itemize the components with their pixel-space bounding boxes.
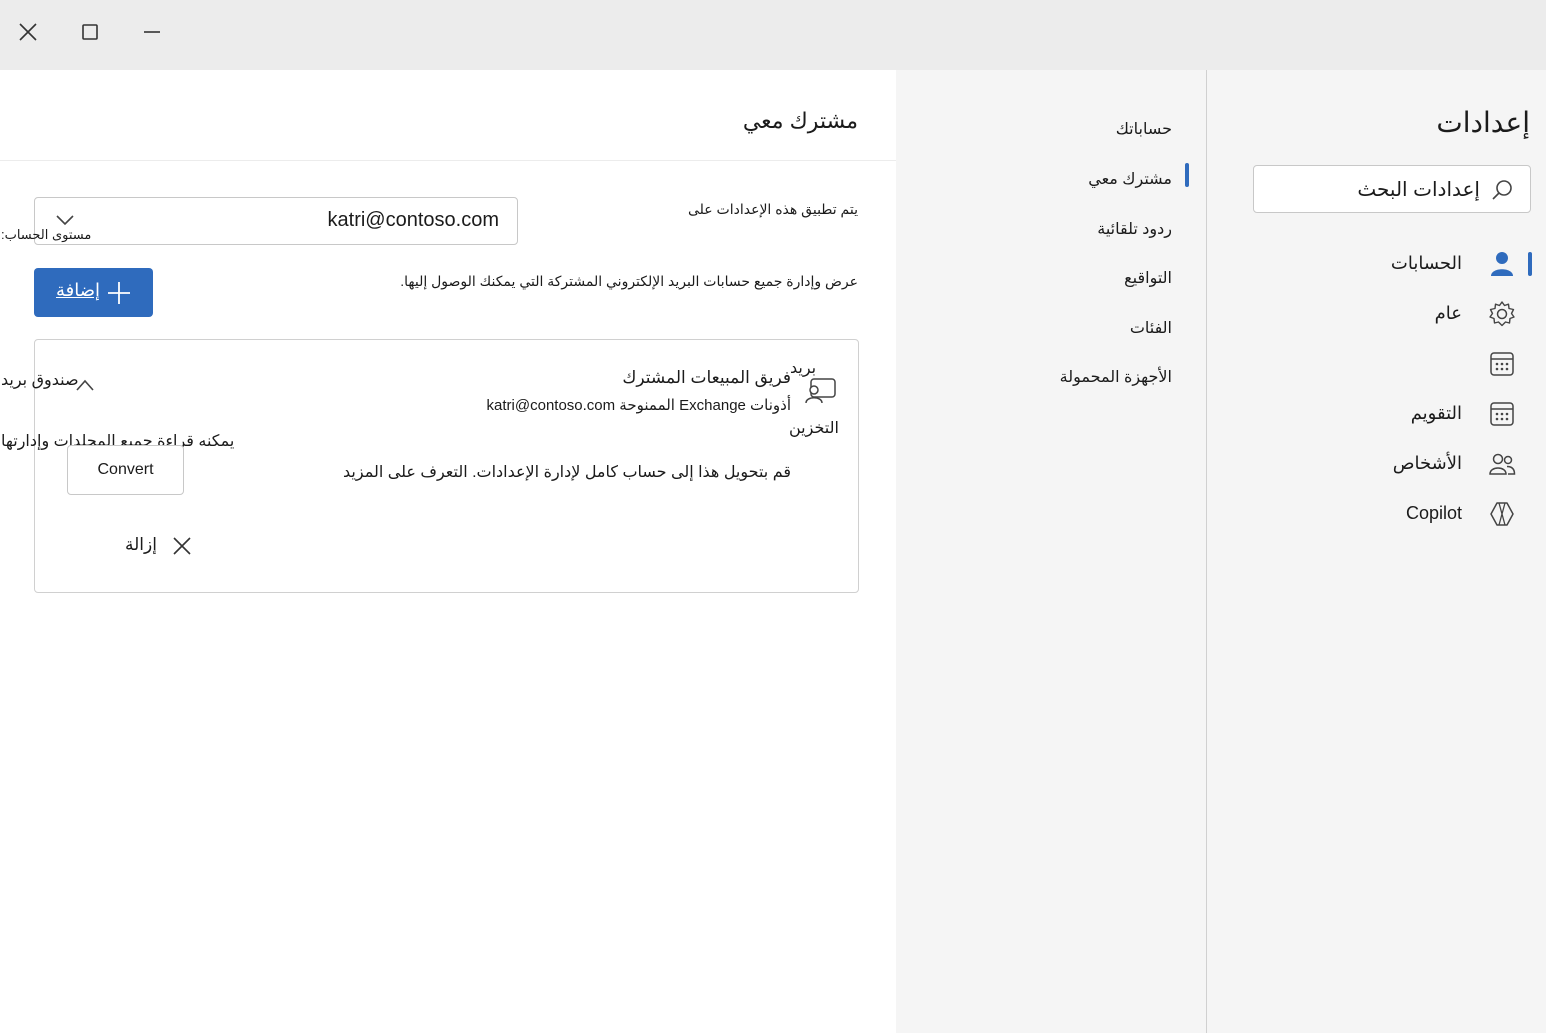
minimize-button[interactable] (136, 16, 168, 48)
add-button[interactable]: إضافة (34, 268, 153, 317)
account-select[interactable]: katri@contoso.com مستوى الحساب: (1, 197, 518, 245)
subnav-item-shared-with-me[interactable]: مشترك معي (1088, 169, 1172, 189)
remove-label: إزالة (125, 535, 157, 554)
sidebar-item-general[interactable]: عام (1232, 294, 1532, 334)
title-bar (0, 0, 1546, 70)
main-panel: مشترك معي يتم تطبيق هذه الإعدادات على ka… (0, 70, 896, 1033)
subnav-item-mobile-devices[interactable]: الأجهزة المحمولة (1060, 367, 1172, 387)
subnav-item-your-accounts[interactable]: حساباتك (1116, 119, 1172, 139)
apply-settings-label: يتم تطبيق هذه الإعدادات على (688, 201, 858, 217)
minimize-icon (144, 31, 160, 33)
convert-description: قم بتحويل هذا إلى حساب كامل لإدارة الإعد… (343, 464, 791, 481)
maximize-button[interactable] (74, 16, 106, 48)
mailbox-name: فريق المبيعات المشترك (622, 368, 791, 387)
sidebar-item-label: عام (1434, 303, 1462, 323)
selected-indicator (1185, 163, 1189, 187)
people-icon (1489, 453, 1516, 475)
account-level-label: مستوى الحساب: (1, 227, 92, 242)
shared-accounts-description: عرض وإدارة جميع حسابات البريد الإلكتروني… (400, 273, 858, 289)
plus-icon (108, 282, 130, 304)
subnav-item-signatures[interactable]: التواقيع (1124, 268, 1172, 288)
chevron-up-icon[interactable] (75, 378, 95, 392)
subnav-item-categories[interactable]: الفئات (1130, 318, 1172, 338)
settings-title: إعدادات (1436, 107, 1530, 138)
sidebar-item-label: الأشخاص (1392, 453, 1462, 473)
add-button-label: إضافة (56, 280, 101, 300)
sidebar-item-label: Copilot (1405, 503, 1462, 523)
mailbox-section-title: صندوق بريد (1, 372, 79, 389)
storage-label: التخزين (789, 420, 839, 437)
sidebar-item-label: الحسابات (1390, 253, 1462, 273)
person-icon (1491, 252, 1513, 276)
calendar-grid-icon (1490, 352, 1514, 376)
chevron-down-icon (56, 215, 74, 226)
maximize-icon (82, 24, 98, 40)
search-settings-input[interactable]: إعدادات البحث (1253, 165, 1531, 213)
search-placeholder: إعدادات البحث (1357, 179, 1480, 201)
search-icon (1492, 180, 1512, 200)
account-select-value: katri@contoso.com (327, 209, 499, 231)
shared-mailbox-icon (805, 378, 836, 404)
close-icon (173, 537, 191, 555)
selected-indicator (1528, 252, 1532, 276)
remove-button[interactable]: إزالة (125, 533, 215, 561)
convert-button[interactable]: Convert (67, 445, 184, 495)
shared-mailbox-card: بريد فريق المبيعات المشترك أذونات Exchan… (1, 339, 859, 593)
sidebar-item-calendar[interactable]: التقويم (1232, 394, 1532, 434)
sidebar-item-calendar-grid[interactable] (1232, 344, 1532, 384)
copilot-icon (1490, 502, 1514, 526)
subnav-item-auto-replies[interactable]: ردود تلقائية (1097, 219, 1172, 239)
sidebar-item-accounts[interactable]: الحسابات (1232, 244, 1532, 284)
mailbox-type-label: بريد (790, 360, 817, 377)
page-title: مشترك معي (742, 108, 858, 133)
sidebar-item-label: التقويم (1410, 403, 1462, 423)
accounts-subnav: حساباتك مشترك معي ردود تلقائية التواقيع … (896, 70, 1206, 1033)
close-icon (19, 23, 37, 41)
calendar-icon (1490, 402, 1514, 426)
close-button[interactable] (12, 16, 44, 48)
sidebar-item-people[interactable]: الأشخاص (1232, 444, 1532, 484)
settings-sidebar: إعدادات إعدادات البحث الحسابات عام التقو… (1206, 70, 1546, 1033)
mailbox-permissions: أذونات Exchange الممنوحة katri@contoso.c… (486, 397, 791, 414)
gear-icon (1489, 301, 1515, 327)
divider (0, 160, 896, 161)
sidebar-item-copilot[interactable]: Copilot (1232, 494, 1532, 534)
